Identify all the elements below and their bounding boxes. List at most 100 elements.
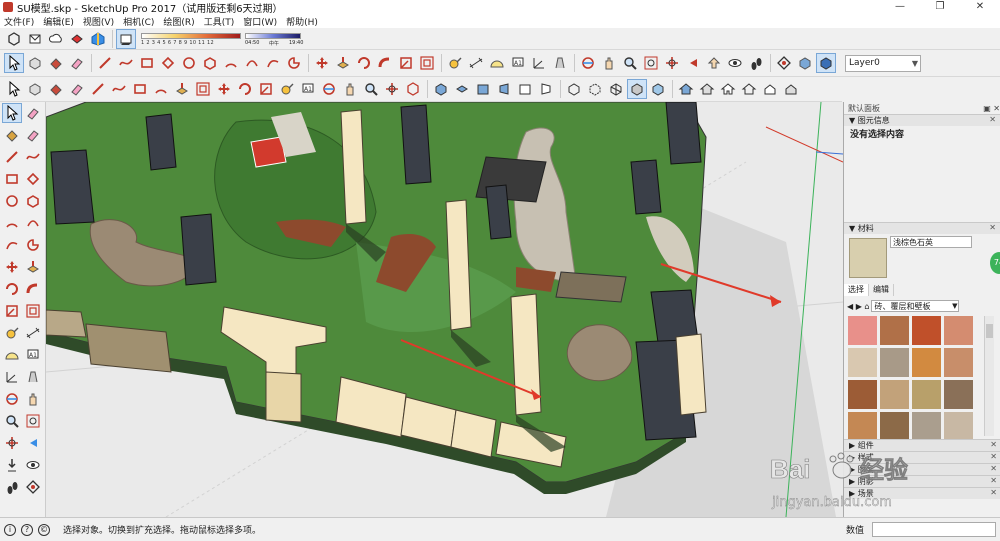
section-plane-icon[interactable] bbox=[23, 477, 43, 497]
swatch-scrollbar[interactable] bbox=[984, 316, 994, 436]
menu-window[interactable]: 窗口(W) bbox=[243, 15, 277, 28]
zoom-window-icon[interactable] bbox=[23, 411, 43, 431]
measurements-input[interactable] bbox=[872, 522, 996, 537]
line-tool-icon[interactable] bbox=[95, 53, 115, 73]
position-camera-icon[interactable] bbox=[2, 455, 22, 475]
warehouse-icon[interactable] bbox=[4, 29, 24, 49]
date-gradient-bar[interactable] bbox=[141, 32, 241, 39]
materials-section-header[interactable]: ▼ 材料 ✕ bbox=[844, 222, 1000, 234]
rotate-tool-icon[interactable] bbox=[235, 79, 255, 99]
model-scene[interactable] bbox=[46, 102, 843, 517]
protractor-icon[interactable] bbox=[487, 53, 507, 73]
menu-edit[interactable]: 编辑(E) bbox=[43, 15, 74, 28]
freehand-tool-icon[interactable] bbox=[116, 53, 136, 73]
freehand-tool-icon[interactable] bbox=[23, 147, 43, 167]
back-edges-icon[interactable] bbox=[585, 79, 605, 99]
follow-me-icon[interactable] bbox=[375, 53, 395, 73]
pan-icon[interactable] bbox=[23, 389, 43, 409]
select-arrow-icon[interactable] bbox=[4, 53, 24, 73]
shaded-textures-icon[interactable] bbox=[648, 79, 668, 99]
polygon-tool-icon[interactable] bbox=[23, 191, 43, 211]
top-view-icon[interactable] bbox=[452, 79, 472, 99]
material-swatch[interactable] bbox=[880, 380, 909, 409]
rectangle-tool-icon[interactable] bbox=[130, 79, 150, 99]
previous-view-icon[interactable] bbox=[23, 433, 43, 453]
scrollbar-thumb[interactable] bbox=[986, 324, 993, 338]
warehouse-house-icon[interactable] bbox=[676, 79, 696, 99]
circle-tool-icon[interactable] bbox=[2, 191, 22, 211]
rotate-tool-icon[interactable] bbox=[354, 53, 374, 73]
arc-tool-icon[interactable] bbox=[2, 213, 22, 233]
scale-tool-icon[interactable] bbox=[256, 79, 276, 99]
rotated-rectangle-icon[interactable] bbox=[23, 169, 43, 189]
shadow-toggle-icon[interactable] bbox=[116, 28, 136, 49]
offset-tool-icon[interactable] bbox=[417, 53, 437, 73]
pan-icon[interactable] bbox=[599, 53, 619, 73]
walk-icon[interactable] bbox=[2, 477, 22, 497]
position-camera-icon[interactable] bbox=[704, 53, 724, 73]
minimize-button[interactable]: — bbox=[880, 0, 920, 14]
left-view-icon[interactable] bbox=[536, 79, 556, 99]
dimension-tool-icon[interactable] bbox=[466, 53, 486, 73]
eraser-pink-icon[interactable] bbox=[23, 125, 43, 145]
upload-cloud-icon[interactable] bbox=[46, 29, 66, 49]
menu-camera[interactable]: 相机(C) bbox=[123, 15, 154, 28]
zoom-window-icon[interactable] bbox=[641, 53, 661, 73]
material-swatch[interactable] bbox=[912, 380, 941, 409]
orbit-icon[interactable] bbox=[578, 53, 598, 73]
material-swatch[interactable] bbox=[848, 380, 877, 409]
zoom-extents-icon[interactable] bbox=[382, 79, 402, 99]
previous-view-icon[interactable] bbox=[683, 53, 703, 73]
eraser-icon[interactable] bbox=[67, 79, 87, 99]
paint-bucket-icon[interactable] bbox=[2, 125, 22, 145]
text-tool-icon[interactable]: A1 bbox=[298, 79, 318, 99]
dimension-tool-icon[interactable] bbox=[23, 323, 43, 343]
layer-dropdown[interactable]: Layer0 ▼ bbox=[845, 54, 921, 72]
two-point-arc-icon[interactable] bbox=[23, 213, 43, 233]
front-view-icon[interactable] bbox=[473, 79, 493, 99]
menu-file[interactable]: 文件(F) bbox=[4, 15, 34, 28]
rotated-rectangle-icon[interactable] bbox=[158, 53, 178, 73]
eraser-icon[interactable] bbox=[67, 53, 87, 73]
close-button[interactable]: ✕ bbox=[960, 0, 1000, 14]
text-tool-icon[interactable]: A1 bbox=[508, 53, 528, 73]
time-gradient-bar[interactable] bbox=[245, 32, 301, 39]
move-tool-icon[interactable] bbox=[312, 53, 332, 73]
move-tool-icon[interactable] bbox=[2, 257, 22, 277]
tab-edit[interactable]: 编辑 bbox=[869, 284, 894, 296]
menu-help[interactable]: 帮助(H) bbox=[286, 15, 318, 28]
section-close-icon[interactable]: ✕ bbox=[989, 115, 996, 124]
extension-warehouse-icon[interactable] bbox=[67, 29, 87, 49]
menu-draw[interactable]: 绘图(R) bbox=[163, 15, 194, 28]
polygon-tool-icon[interactable] bbox=[200, 53, 220, 73]
material-swatch[interactable] bbox=[944, 348, 973, 377]
home-icon[interactable]: ⌂ bbox=[864, 302, 869, 311]
info-icon[interactable]: i bbox=[4, 523, 16, 536]
house-outline-icon[interactable] bbox=[739, 79, 759, 99]
arc-tool-icon[interactable] bbox=[221, 53, 241, 73]
line-tool-icon[interactable] bbox=[2, 147, 22, 167]
offset-tool-icon[interactable] bbox=[23, 301, 43, 321]
credits-icon[interactable]: © bbox=[38, 523, 50, 536]
eraser-icon[interactable] bbox=[23, 103, 43, 123]
forward-icon[interactable]: ▶ bbox=[856, 302, 862, 311]
rectangle-tool-icon[interactable] bbox=[2, 169, 22, 189]
follow-me-icon[interactable] bbox=[23, 279, 43, 299]
circle-tool-icon[interactable] bbox=[179, 53, 199, 73]
tape-measure-icon[interactable] bbox=[277, 79, 297, 99]
tray-close-icon[interactable]: ▣ ✕ bbox=[983, 104, 1000, 113]
material-swatch[interactable] bbox=[912, 412, 941, 441]
zoom-icon[interactable] bbox=[620, 53, 640, 73]
arc-tool-icon[interactable] bbox=[151, 79, 171, 99]
tape-measure-icon[interactable] bbox=[2, 323, 22, 343]
select-arrow-icon[interactable] bbox=[2, 103, 22, 123]
display-section-icon[interactable] bbox=[795, 53, 815, 73]
component-icon[interactable] bbox=[25, 79, 45, 99]
tape-measure-icon[interactable] bbox=[445, 53, 465, 73]
make-component-icon[interactable] bbox=[25, 53, 45, 73]
wireframe-icon[interactable] bbox=[606, 79, 626, 99]
freehand-tool-icon[interactable] bbox=[109, 79, 129, 99]
entity-info-section-header[interactable]: ▼ 图元信息 ✕ bbox=[844, 114, 1000, 126]
section-plane-icon[interactable] bbox=[774, 53, 794, 73]
offset-tool-icon[interactable] bbox=[193, 79, 213, 99]
